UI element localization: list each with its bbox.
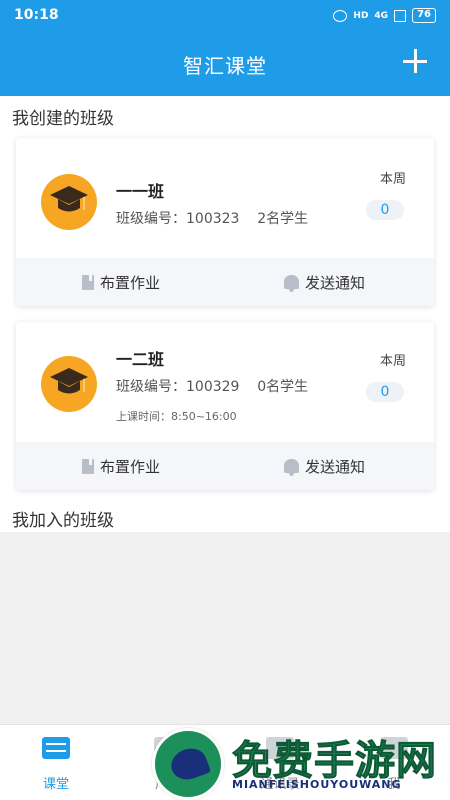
assign-homework-button[interactable]: 布置作业 [82,258,160,306]
assign-homework-button[interactable]: 布置作业 [82,442,160,490]
alarm-icon [333,9,348,22]
class-meta: 班级编号：100323 2名学生 [116,208,308,228]
network-icon: 4G [374,10,389,21]
card-actions: 布置作业 发送通知 [16,258,434,306]
status-bar: 10:18 HD 4G 76 [0,0,450,32]
bell-icon [284,459,299,476]
signal-icon [394,9,407,22]
assign-homework-label: 布置作业 [100,457,161,476]
week-count-badge: 0 [366,200,404,220]
send-notice-label: 发送通知 [305,273,366,292]
week-count-badge: 0 [366,382,404,402]
status-icons: HD 4G 76 [333,8,436,23]
send-notice-label: 发送通知 [305,457,366,476]
class-schedule: 上课时间：8:50~16:00 [116,410,237,423]
class-name: 一一班 [116,182,165,201]
status-time: 10:18 [14,7,59,23]
tab-classroom[interactable]: 课堂 [0,725,112,800]
assign-homework-label: 布置作业 [100,273,161,292]
bookmark-icon [82,458,94,474]
section-title-joined: 我加入的班级 [12,511,114,531]
student-count: 2名学生 [257,211,309,227]
class-avatar [41,356,97,412]
tab-label: 课堂 [42,777,69,792]
student-count: 0名学生 [257,379,309,395]
class-code: 班级编号：100323 [116,211,240,227]
class-card[interactable]: 一二班 班级编号：100329 0名学生 上课时间：8:50~16:00 本周 … [16,322,434,490]
classroom-icon [42,737,70,759]
graduation-cap-icon [50,186,88,212]
send-notice-button[interactable]: 发送通知 [284,258,365,306]
watermark-logo-icon [152,728,224,800]
plus-icon[interactable] [400,46,430,76]
bookmark-icon [82,274,94,290]
class-avatar [41,174,97,230]
class-list: 我创建的班级 一一班 班级编号：100323 2名学生 本周 0 布置作业 发送… [0,96,450,532]
section-title-created: 我创建的班级 [12,109,114,129]
watermark-subtitle: MIANFEISHOUYOUWANG [232,778,402,791]
week-label: 本周 [379,354,406,369]
battery-icon: 76 [412,8,436,23]
app-bar: 智汇课堂 [0,32,450,96]
class-meta: 班级编号：100329 0名学生 [116,376,308,396]
send-notice-button[interactable]: 发送通知 [284,442,365,490]
watermark: 免费手游网 MIANFEISHOUYOUWANG [150,726,450,800]
page-title: 智汇课堂 [183,54,267,78]
class-name: 一二班 [116,350,165,369]
hd-icon: HD [353,10,369,21]
class-code: 班级编号：100329 [116,379,240,395]
week-label: 本周 [379,172,406,187]
card-actions: 布置作业 发送通知 [16,442,434,490]
graduation-cap-icon [50,368,88,394]
class-card[interactable]: 一一班 班级编号：100323 2名学生 本周 0 布置作业 发送通知 [16,138,434,306]
bell-icon [284,275,299,292]
